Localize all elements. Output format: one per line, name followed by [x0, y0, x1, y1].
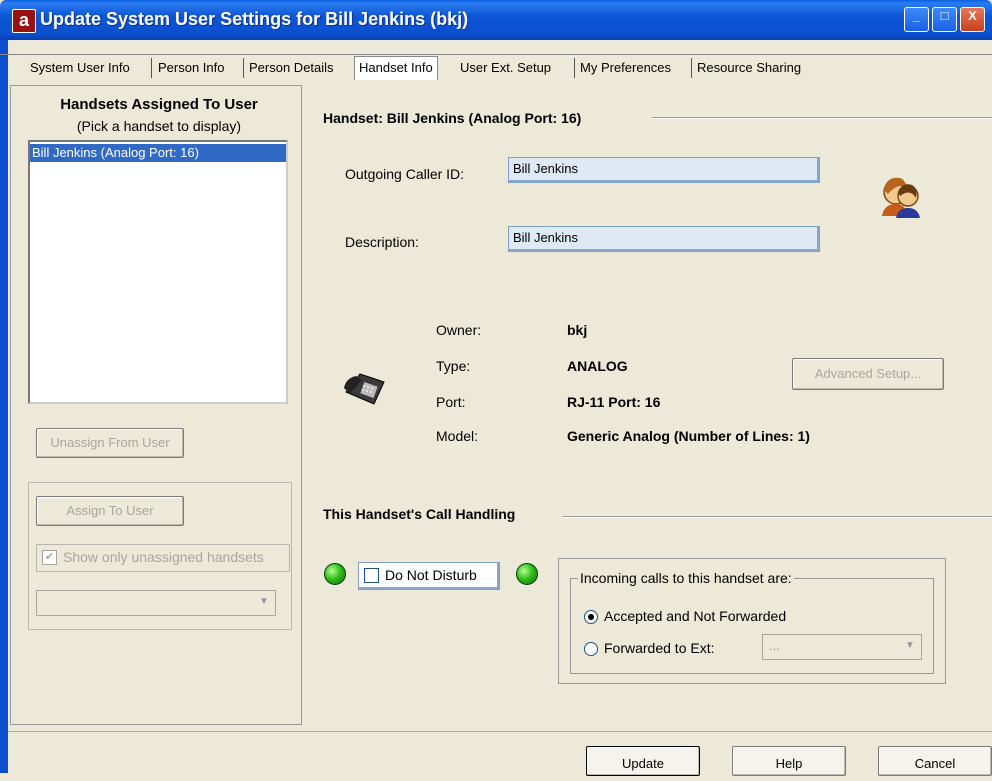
- window-title: Update System User Settings for Bill Jen…: [40, 9, 469, 29]
- unassign-from-user-button[interactable]: Unassign From User: [36, 428, 184, 458]
- handset-list[interactable]: Bill Jenkins (Analog Port: 16): [28, 140, 288, 404]
- close-icon: X: [968, 8, 977, 23]
- minimize-icon: _: [912, 8, 921, 23]
- radio-selected-icon: [584, 610, 598, 624]
- forwarded-label: Forwarded to Ext:: [604, 640, 715, 656]
- list-item[interactable]: Bill Jenkins (Analog Port: 16): [30, 144, 286, 162]
- show-unassigned-label: Show only unassigned handsets: [63, 549, 264, 565]
- maximize-icon: □: [940, 8, 949, 23]
- maximize-button[interactable]: □: [932, 7, 957, 32]
- assign-to-user-button[interactable]: Assign To User: [36, 496, 184, 526]
- port-value: RJ-11 Port: 16: [567, 394, 661, 410]
- people-icon: [882, 177, 920, 218]
- handset-section-title: Handset: Bill Jenkins (Analog Port: 16): [323, 110, 582, 126]
- tab-person-details[interactable]: Person Details: [245, 57, 338, 79]
- owner-label: Owner:: [436, 322, 482, 338]
- app-logo-icon: a: [12, 9, 36, 33]
- cancel-button[interactable]: Cancel: [878, 746, 992, 776]
- checkbox-box: [364, 568, 379, 583]
- section-divider: [562, 516, 992, 518]
- chevron-down-icon: ▼: [259, 596, 269, 607]
- section-divider: [652, 117, 992, 119]
- status-led-icon: [516, 563, 538, 585]
- forward-ext-select[interactable]: ... ▼: [762, 634, 922, 660]
- phone-icon: [344, 373, 385, 405]
- type-value: ANALOG: [567, 358, 628, 374]
- tab-handset-info[interactable]: Handset Info: [354, 56, 438, 80]
- description-label: Description:: [345, 234, 419, 250]
- handsets-panel-subtitle: (Pick a handset to display): [76, 118, 242, 134]
- accepted-label: Accepted and Not Forwarded: [604, 608, 787, 624]
- port-label: Port:: [436, 394, 466, 410]
- accepted-radio-option[interactable]: Accepted and Not Forwarded: [584, 608, 804, 626]
- tab-system-user-info[interactable]: System User Info: [26, 57, 134, 79]
- help-button[interactable]: Help: [732, 746, 846, 776]
- model-label: Model:: [436, 428, 479, 444]
- tab-separator: [151, 58, 152, 78]
- show-unassigned-checkbox[interactable]: ✔ Show only unassigned handsets: [36, 544, 290, 572]
- forwarded-radio-option[interactable]: Forwarded to Ext:: [584, 640, 754, 658]
- model-value: Generic Analog (Number of Lines: 1): [567, 428, 810, 444]
- forward-ext-value: ...: [769, 638, 780, 653]
- tab-user-ext-setup[interactable]: User Ext. Setup: [456, 57, 555, 79]
- tab-separator: [574, 58, 575, 78]
- type-label: Type:: [436, 358, 471, 374]
- advanced-setup-button[interactable]: Advanced Setup...: [792, 358, 944, 390]
- incoming-calls-legend: Incoming calls to this handset are:: [578, 570, 794, 586]
- tab-bar-line: [0, 54, 992, 55]
- title-bar: a Update System User Settings for Bill J…: [0, 0, 992, 40]
- tab-resource-sharing[interactable]: Resource Sharing: [693, 57, 805, 79]
- status-led-icon: [324, 563, 346, 585]
- do-not-disturb-label: Do Not Disturb: [385, 567, 477, 583]
- tab-separator: [691, 58, 692, 78]
- handset-filter-select[interactable]: ▼: [36, 590, 276, 616]
- description-field[interactable]: Bill Jenkins: [508, 226, 820, 252]
- tab-separator: [243, 58, 244, 78]
- tab-person-info[interactable]: Person Info: [154, 57, 229, 79]
- call-handling-title: This Handset's Call Handling: [323, 506, 516, 522]
- radio-unselected-icon: [584, 642, 598, 656]
- update-button[interactable]: Update: [586, 746, 700, 776]
- handsets-panel-title: Handsets Assigned To User: [60, 96, 258, 113]
- chevron-down-icon: ▼: [905, 640, 915, 651]
- close-button[interactable]: X: [960, 7, 985, 32]
- checkmark-icon: ✔: [42, 550, 57, 565]
- caller-id-label: Outgoing Caller ID:: [345, 166, 465, 182]
- window-frame-left: [0, 40, 8, 773]
- do-not-disturb-checkbox[interactable]: Do Not Disturb: [358, 562, 500, 590]
- footer-divider: [8, 731, 992, 732]
- owner-value: bkj: [567, 322, 588, 338]
- caller-id-field[interactable]: Bill Jenkins: [508, 157, 820, 183]
- minimize-button[interactable]: _: [904, 7, 929, 32]
- tab-my-preferences[interactable]: My Preferences: [576, 57, 675, 79]
